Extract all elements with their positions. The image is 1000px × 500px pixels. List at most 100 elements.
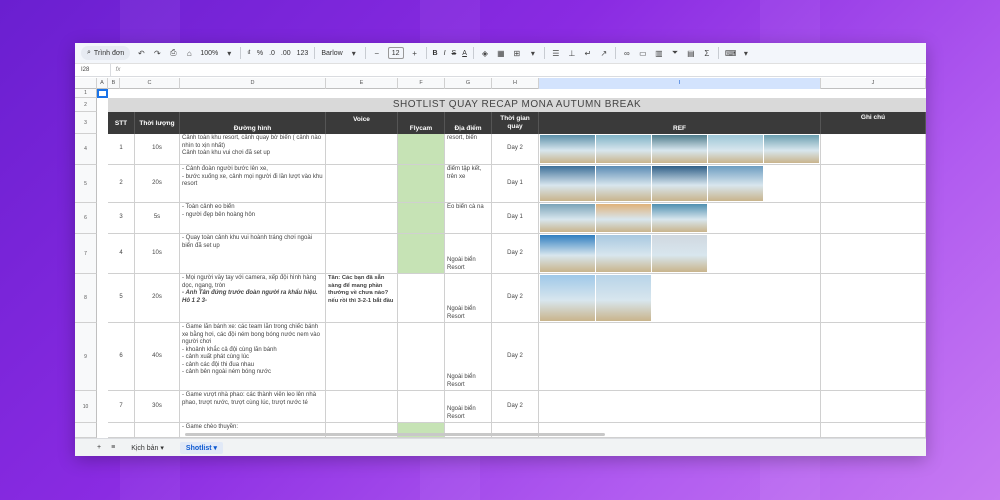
reference-photo[interactable] — [652, 166, 707, 201]
flycam-cell[interactable] — [398, 203, 445, 234]
chart-icon[interactable]: ▥ — [654, 49, 664, 58]
ref-cell[interactable] — [539, 323, 821, 391]
bold-button[interactable]: B — [433, 50, 438, 57]
shot-description-cell[interactable]: - Game vượt nhà phao: các thành viên leo… — [180, 391, 326, 423]
add-sheet-button[interactable]: + — [97, 444, 101, 451]
row-header[interactable]: 1 — [75, 89, 97, 98]
chevron-down-icon[interactable]: ▾ — [349, 49, 359, 58]
vertical-align-icon[interactable]: ⊥ — [567, 49, 577, 58]
reference-photo[interactable] — [540, 166, 595, 201]
voice-cell[interactable] — [326, 323, 398, 391]
column-header[interactable]: E — [326, 78, 398, 89]
font-size-input[interactable]: 12 — [387, 47, 404, 59]
tab-kich-ban[interactable]: Kịch bản ▾ — [125, 442, 170, 454]
name-box[interactable]: I28 — [75, 64, 111, 76]
column-header[interactable]: H — [492, 78, 539, 89]
reference-photo[interactable] — [596, 275, 651, 321]
comment-icon[interactable]: ▭ — [638, 49, 648, 58]
flycam-cell[interactable] — [398, 134, 445, 165]
location-cell[interactable]: Ngoài biển Resort — [445, 323, 492, 391]
reference-photo[interactable] — [596, 135, 651, 163]
selected-cell[interactable] — [97, 89, 108, 98]
font-size-increase-icon[interactable]: + — [410, 49, 420, 58]
tab-shotlist[interactable]: Shotlist ▾ — [179, 441, 224, 454]
input-tools-icon[interactable]: ⌨ — [725, 49, 737, 58]
duration-cell[interactable]: 40s — [135, 323, 180, 391]
duration-cell[interactable]: 10s — [135, 234, 180, 274]
merge-cells-icon[interactable]: ⊞ — [512, 49, 522, 58]
formula-input[interactable] — [125, 64, 926, 76]
note-cell[interactable] — [821, 234, 926, 274]
shot-description-cell[interactable]: - Mọi người vẫy tay với camera, xếp đội … — [180, 274, 326, 323]
print-icon[interactable]: ⎙ — [168, 48, 178, 58]
note-cell[interactable] — [821, 274, 926, 323]
borders-icon[interactable]: ▦ — [496, 49, 506, 58]
duration-cell[interactable]: 5s — [135, 203, 180, 234]
location-cell[interactable]: điểm tập kết, trên xe — [445, 165, 492, 203]
chevron-down-icon[interactable]: ▾ — [224, 49, 234, 58]
flycam-cell[interactable] — [398, 234, 445, 274]
stt-cell[interactable]: 7 — [108, 391, 135, 423]
reference-photo[interactable] — [652, 235, 707, 272]
voice-cell[interactable]: Tân: Các bạn đã sẵn sàng để mang phần th… — [326, 274, 398, 323]
note-cell[interactable] — [821, 391, 926, 423]
note-cell[interactable] — [821, 134, 926, 165]
column-header[interactable]: B — [108, 78, 120, 89]
reference-photo[interactable] — [652, 135, 707, 163]
italic-button[interactable]: I — [444, 50, 446, 57]
voice-cell[interactable] — [326, 165, 398, 203]
shooting-time-cell[interactable]: Day 2 — [492, 274, 539, 323]
location-cell[interactable]: Eo biển cà na — [445, 203, 492, 234]
stt-cell[interactable]: 3 — [108, 203, 135, 234]
column-header[interactable]: I — [539, 78, 821, 89]
reference-photo[interactable] — [540, 235, 595, 272]
stt-cell[interactable]: 2 — [108, 165, 135, 203]
stt-cell[interactable]: 1 — [108, 134, 135, 165]
font-size-decrease-icon[interactable]: − — [372, 49, 382, 58]
horizontal-scrollbar[interactable] — [185, 433, 605, 436]
column-header[interactable]: C — [120, 78, 180, 89]
location-cell[interactable]: Ngoài biển Resort — [445, 274, 492, 323]
horizontal-align-icon[interactable]: ☰ — [551, 49, 561, 58]
note-cell[interactable] — [821, 423, 926, 438]
flycam-cell[interactable] — [398, 391, 445, 423]
shot-description-cell[interactable]: - Quay toàn cảnh khu vui hoành tráng chơ… — [180, 234, 326, 274]
decrease-decimal-button[interactable]: .0 — [269, 50, 275, 57]
voice-cell[interactable] — [326, 134, 398, 165]
reference-photo[interactable] — [540, 135, 595, 163]
chevron-down-icon[interactable]: ▾ — [741, 49, 751, 58]
stt-cell[interactable]: 6 — [108, 323, 135, 391]
shot-description-cell[interactable]: - Cảnh đoàn người bước lên xe, - bước xu… — [180, 165, 326, 203]
filter-views-icon[interactable]: ▤ — [686, 49, 696, 58]
stt-cell[interactable] — [108, 423, 135, 438]
row-header[interactable]: 5 — [75, 165, 97, 203]
redo-icon[interactable]: ↷ — [152, 49, 162, 58]
all-sheets-button[interactable]: ≡ — [111, 444, 115, 451]
duration-cell[interactable] — [135, 423, 180, 438]
functions-icon[interactable]: Σ — [702, 49, 712, 58]
ref-cell[interactable] — [539, 391, 821, 423]
strikethrough-button[interactable]: S — [452, 50, 457, 57]
select-all-corner[interactable] — [75, 78, 97, 89]
location-cell[interactable]: Ngoài biển Resort — [445, 234, 492, 274]
percent-format-button[interactable]: % — [257, 50, 263, 57]
shot-description-cell[interactable]: - Toàn cảnh eo biển - người đẹp bên hoàn… — [180, 203, 326, 234]
text-color-button[interactable]: A — [462, 50, 467, 57]
row-header[interactable]: 4 — [75, 134, 97, 165]
text-wrap-icon[interactable]: ↵ — [583, 49, 593, 58]
row-header[interactable]: 2 — [75, 98, 97, 112]
fill-color-icon[interactable]: ◈ — [480, 49, 490, 58]
menu-search[interactable]: ⌕ Trình đơn — [81, 46, 131, 60]
voice-cell[interactable] — [326, 234, 398, 274]
row-header[interactable]: 9 — [75, 323, 97, 391]
link-icon[interactable]: ∞ — [622, 49, 632, 58]
shooting-time-cell[interactable]: Day 1 — [492, 165, 539, 203]
zoom-select[interactable]: 100% — [200, 50, 218, 57]
voice-cell[interactable] — [326, 391, 398, 423]
column-header[interactable]: F — [398, 78, 445, 89]
column-header[interactable]: G — [445, 78, 492, 89]
reference-photo[interactable] — [764, 135, 819, 163]
column-header[interactable]: A — [97, 78, 108, 89]
duration-cell[interactable]: 10s — [135, 134, 180, 165]
note-cell[interactable] — [821, 203, 926, 234]
